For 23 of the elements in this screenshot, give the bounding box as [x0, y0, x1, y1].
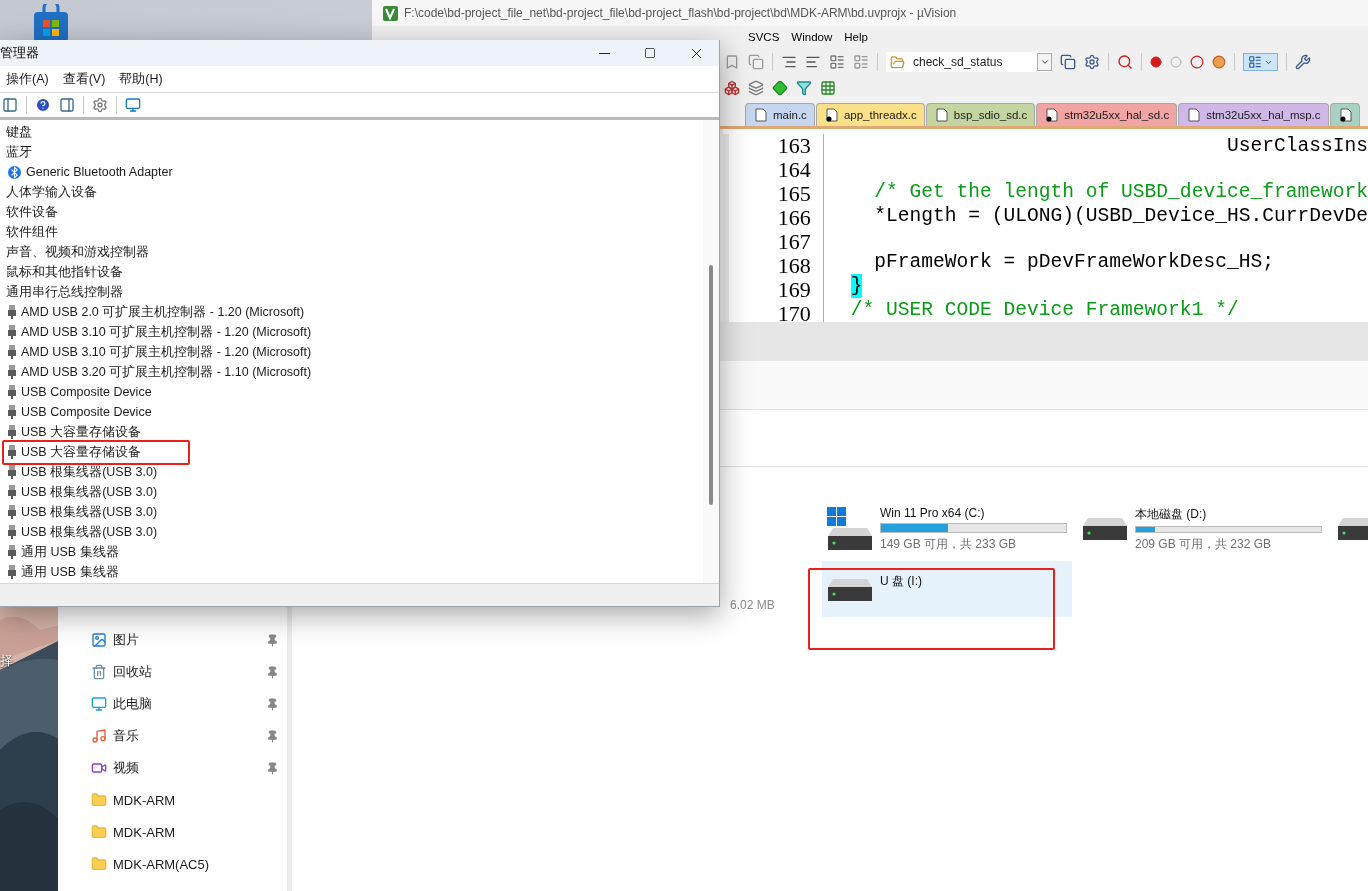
code-line: UserClassIns [1225, 134, 1368, 158]
drive-space-text: 6.02 MB [730, 598, 775, 614]
line-number: 164 [777, 158, 811, 182]
code-comment: /* Get the length of USBD_device_framework [873, 180, 1368, 204]
window-title: 管理器 [0, 44, 40, 62]
line-number: 170 [777, 302, 811, 322]
line-number: 169 [777, 278, 811, 302]
matched-brace: } [850, 274, 863, 298]
line-number: 165 [777, 182, 811, 206]
code-line: pFrameWork = pDevFrameWorkDesc_HS; [873, 250, 1274, 274]
drive-space-text: 209 GB 可用，共 232 GB [1135, 536, 1273, 553]
line-number: 163 [777, 134, 811, 158]
line-number: 166 [777, 206, 811, 230]
drive-name: Win 11 Pro x64 (C:) [880, 506, 986, 520]
code-comment: /* USER CODE Device Framework1 */ [850, 298, 1239, 322]
drive-name: U 盘 (I:) [880, 573, 922, 590]
code-line: *Length = (ULONG)(USBD_Device_HS.CurrDevDe [873, 204, 1368, 228]
drive-name: 本地磁盘 (D:) [1135, 506, 1208, 523]
line-number: 167 [777, 230, 811, 254]
window-title: F:\code\bd-project_file_net\bd-project_file\bd-project_flash\bd-project\bd\MDK-ARM\bd.uvprojx - µVision [404, 6, 957, 20]
drive-space-text: 149 GB 可用，共 233 GB [880, 536, 1018, 553]
desktop-icon-label: 择 [0, 652, 13, 670]
line-number: 168 [777, 254, 811, 278]
